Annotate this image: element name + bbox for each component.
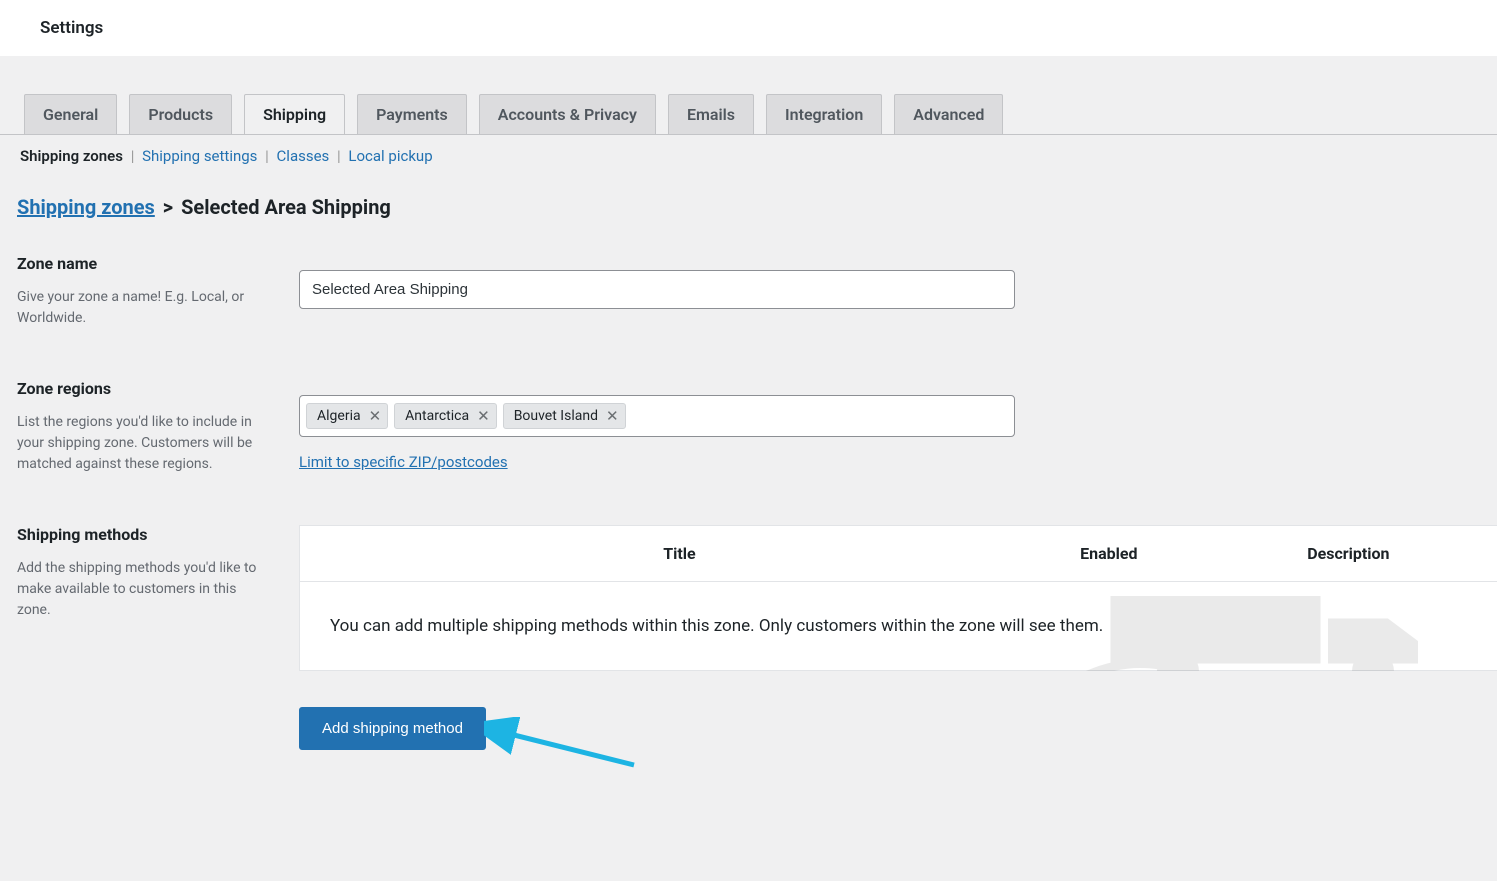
remove-tag-icon[interactable]: ✕ <box>369 409 382 424</box>
annotation-arrow-icon <box>484 717 644 777</box>
table-header-title: Title <box>300 526 1019 582</box>
zone-name-label: Zone name <box>17 254 269 273</box>
subtab-separator: | <box>127 147 138 165</box>
remove-tag-icon[interactable]: ✕ <box>606 409 619 424</box>
subtab-shipping-zones[interactable]: Shipping zones <box>20 147 123 165</box>
limit-postcodes-link[interactable]: Limit to specific ZIP/postcodes <box>299 453 508 471</box>
subtab-separator: | <box>261 147 272 165</box>
breadcrumb-shipping-zones-link[interactable]: Shipping zones <box>17 195 155 219</box>
subtab-shipping-settings[interactable]: Shipping settings <box>142 147 257 165</box>
zone-regions-label: Zone regions <box>17 379 269 398</box>
shipping-methods-table: Title Enabled Description You can add mu… <box>299 525 1497 671</box>
zone-name-input[interactable] <box>299 270 1015 309</box>
region-tag-label: Algeria <box>317 408 361 424</box>
tab-products[interactable]: Products <box>129 94 232 134</box>
zone-regions-select[interactable]: Algeria ✕ Antarctica ✕ Bouvet Island ✕ <box>299 395 1015 437</box>
shipping-methods-help: Add the shipping methods you'd like to m… <box>17 558 269 621</box>
tab-integration[interactable]: Integration <box>766 94 882 134</box>
tab-advanced[interactable]: Advanced <box>894 94 1003 134</box>
breadcrumb-separator: > <box>163 195 173 219</box>
region-tag-algeria: Algeria ✕ <box>306 403 388 429</box>
breadcrumb-current: Selected Area Shipping <box>181 195 391 219</box>
subtab-separator: | <box>333 147 344 165</box>
region-tag-bouvet-island: Bouvet Island ✕ <box>503 403 626 429</box>
empty-methods-message: You can add multiple shipping methods wi… <box>300 582 1497 670</box>
zone-regions-help: List the regions you'd like to include i… <box>17 412 269 475</box>
shipping-methods-label: Shipping methods <box>17 525 269 544</box>
zone-name-row: Zone name Give your zone a name! E.g. Lo… <box>17 254 1497 329</box>
region-tag-label: Antarctica <box>405 408 469 424</box>
settings-tabs: General Products Shipping Payments Accounts … <box>0 56 1497 135</box>
shipping-methods-row: Shipping methods Add the shipping method… <box>17 525 1497 750</box>
subtab-classes[interactable]: Classes <box>277 147 330 165</box>
tab-payments[interactable]: Payments <box>357 94 467 134</box>
region-tag-antarctica: Antarctica ✕ <box>394 403 497 429</box>
add-shipping-method-button[interactable]: Add shipping method <box>299 707 486 750</box>
subtab-local-pickup[interactable]: Local pickup <box>348 147 432 165</box>
remove-tag-icon[interactable]: ✕ <box>477 409 490 424</box>
zone-regions-row: Zone regions List the regions you'd like… <box>17 379 1497 475</box>
page-title: Settings <box>0 0 1497 56</box>
tab-shipping[interactable]: Shipping <box>244 94 345 134</box>
region-tag-label: Bouvet Island <box>514 408 598 424</box>
tab-accounts-privacy[interactable]: Accounts & Privacy <box>479 94 656 134</box>
tab-emails[interactable]: Emails <box>668 94 754 134</box>
breadcrumb: Shipping zones > Selected Area Shipping <box>0 165 1497 219</box>
zone-name-help: Give your zone a name! E.g. Local, or Wo… <box>17 287 269 329</box>
shipping-subtabs: Shipping zones | Shipping settings | Cla… <box>0 135 1497 165</box>
tab-general[interactable]: General <box>24 94 117 134</box>
